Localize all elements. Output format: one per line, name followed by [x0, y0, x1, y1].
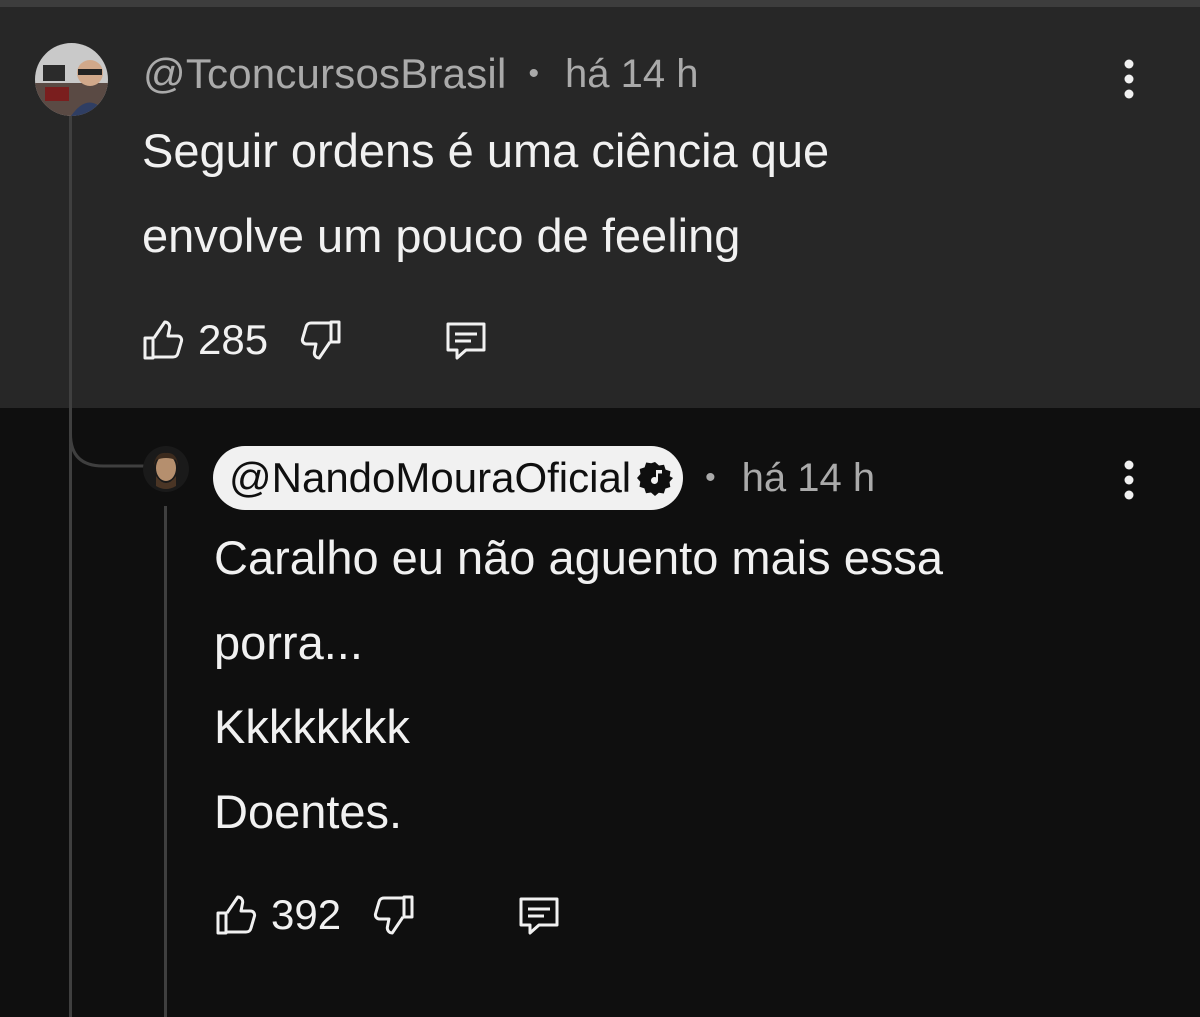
- reply-text-line-1: Caralho eu não aguento mais essa: [214, 531, 943, 584]
- like-count: 392: [271, 891, 342, 938]
- thread-line-reply: [164, 506, 167, 1017]
- avatar-tconcursosbrasil[interactable]: [35, 43, 108, 116]
- reply-timestamp[interactable]: há 14 h: [742, 456, 875, 501]
- comment-text-line-1: Seguir ordens é uma ciência que: [142, 124, 830, 177]
- reply-actions: 392: [213, 887, 563, 943]
- reply-author-handle: @NandoMouraOficial: [229, 454, 632, 501]
- thread-line-main: [69, 112, 72, 1017]
- creator-handle-pill[interactable]: @NandoMouraOficial: [213, 446, 684, 510]
- more-vertical-icon[interactable]: [1118, 460, 1140, 500]
- thumbs-up-icon: [216, 895, 257, 935]
- comment-text-line-2: envolve um pouco de feeling: [142, 209, 741, 262]
- thumbs-down-icon[interactable]: [296, 316, 344, 364]
- reply-text-line-3: Kkkkkkkk: [214, 700, 410, 753]
- separator-dot: •: [528, 57, 539, 90]
- comment-actions: 285: [140, 312, 490, 368]
- separator-dot: •: [705, 461, 716, 494]
- reply-comment-icon[interactable]: [515, 891, 563, 939]
- like-button[interactable]: 285: [140, 316, 268, 364]
- like-button[interactable]: 392: [213, 891, 341, 939]
- thumbs-down-icon[interactable]: [369, 891, 417, 939]
- top-divider: [0, 0, 1200, 7]
- reply-text-line-2: porra...: [214, 616, 363, 669]
- more-vertical-icon[interactable]: [1118, 59, 1140, 99]
- avatar-nandomouraoficial[interactable]: [143, 446, 189, 492]
- comment-header: @TconcursosBrasil • há 14 h: [143, 46, 698, 102]
- author-handle[interactable]: @TconcursosBrasil: [143, 50, 506, 98]
- thumbs-up-icon: [143, 320, 184, 360]
- reply-header: @NandoMouraOficial • há 14 h: [213, 446, 875, 510]
- reply-comment-icon[interactable]: [442, 316, 490, 364]
- timestamp[interactable]: há 14 h: [565, 52, 698, 97]
- music-note-verified-icon: [637, 462, 674, 496]
- like-count: 285: [198, 316, 269, 363]
- reply-text-line-4: Doentes.: [214, 785, 403, 838]
